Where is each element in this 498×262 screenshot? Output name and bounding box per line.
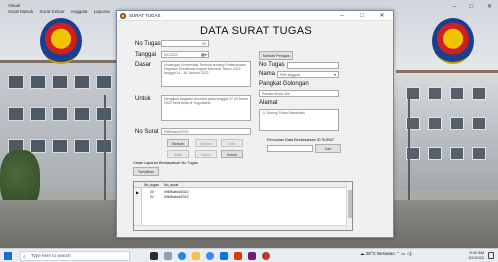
no-tugas-label: No Tugas — [135, 41, 161, 47]
close-button[interactable]: ✕ — [375, 11, 389, 21]
store-icon[interactable] — [220, 252, 228, 260]
system-tray: ☁ 28°C Berawan ⌃ ▭ ◁) — [360, 251, 412, 257]
table-row[interactable]: 21 098/Kabid/2022 — [134, 194, 352, 199]
table-header: No_tugas No_surat — [134, 182, 352, 188]
taskbar: ⌕ Type here to search ☁ 28°C Berawan ⌃ ▭… — [0, 248, 498, 262]
tampilkan-button[interactable]: Tampilkan — [133, 167, 159, 176]
weather-text[interactable]: 28°C Berawan — [366, 251, 395, 256]
window-title: SURAT TUGAS — [129, 13, 161, 18]
simpan-button[interactable]: Simpan — [195, 139, 217, 147]
vertical-scrollbar[interactable] — [346, 182, 352, 230]
lamp-post — [408, 95, 410, 200]
widgets-icon[interactable] — [164, 252, 172, 260]
tambah-petugas-button[interactable]: Tambah Petugas — [259, 51, 293, 60]
parent-minimize-button[interactable]: – — [453, 4, 456, 10]
chrome-icon[interactable] — [206, 252, 214, 260]
parent-menu: Surat Masuk Surat Keluar Anggota Laporan… — [8, 9, 129, 14]
menu-item-surat-masuk[interactable]: Surat Masuk — [8, 9, 33, 14]
menu-item-laporan[interactable]: Laporan — [94, 9, 111, 14]
menu-item-surat-keluar[interactable]: Surat Keluar — [40, 9, 65, 14]
search-surat-input[interactable] — [267, 145, 313, 152]
alamat-textarea[interactable]: Jl. Sorong Pulau Rambutan — [259, 109, 339, 131]
lamp-post — [104, 95, 106, 200]
chevron-up-icon[interactable]: ⌃ — [396, 251, 400, 256]
weather-icon[interactable]: ☁ — [360, 251, 365, 256]
search-placeholder: Type here to search — [31, 253, 71, 258]
task-view-icon[interactable] — [150, 252, 158, 260]
pencarian-label: Pencarian Data Berdasarkan ID SURAT — [267, 138, 335, 142]
office-icon[interactable] — [234, 252, 242, 260]
window-titlebar: SURAT TUGAS – □ ✕ — [117, 11, 393, 21]
edit-button[interactable]: Edit — [221, 139, 243, 147]
batal-button[interactable]: Batal — [167, 150, 189, 158]
no-surat-field[interactable]: 098/Kabid/2022 — [161, 128, 251, 135]
petugas-no-tugas-field[interactable] — [287, 62, 339, 69]
horizontal-scrollbar[interactable] — [134, 225, 346, 230]
institution-logo — [432, 18, 474, 64]
nama-select[interactable]: Pilih anggota — [277, 71, 339, 78]
maximize-button[interactable]: □ — [355, 11, 369, 21]
dasar-label: Dasar — [135, 62, 152, 68]
tanggal-label: Tanggal — [135, 52, 157, 58]
clock-date: 3/1/2022 — [468, 255, 484, 260]
parent-window-title: Visual — [8, 3, 21, 8]
search-icon: ⌕ — [23, 254, 26, 260]
column-header-no-tugas[interactable]: No_tugas — [144, 183, 159, 187]
cetak-laporan-label: Cetak Laporan Berdasarkan No Tugas — [133, 161, 198, 165]
pangkat-golongan-label: Pangkat Golongan — [259, 81, 309, 87]
parent-window-controls: – □ ✕ — [441, 3, 492, 10]
taskbar-clock[interactable]: 9:42 AM 3/1/2022 — [468, 250, 484, 260]
app-logo-icon — [120, 13, 126, 19]
untuk-textarea[interactable]: Mengikuti kegiatan tersebut pada tanggal… — [161, 95, 251, 121]
pangkat-golongan-field[interactable]: Penata Muda III/a — [259, 90, 339, 97]
network-icon[interactable]: ▭ — [401, 251, 405, 256]
app-logo-icon[interactable] — [262, 252, 270, 260]
hapus-button[interactable]: Hapus — [195, 150, 217, 158]
minimize-button[interactable]: – — [335, 11, 349, 21]
keluar-button[interactable]: Keluar — [221, 150, 243, 158]
notification-icon[interactable] — [488, 252, 494, 259]
dasar-textarea[interactable]: Undangan Universitas Terbuka tentang Pel… — [161, 61, 251, 87]
parent-close-button[interactable]: ✕ — [487, 4, 492, 10]
taskbar-search-box[interactable]: ⌕ Type here to search — [20, 251, 130, 261]
institution-logo — [40, 18, 82, 64]
visual-studio-icon[interactable] — [248, 252, 256, 260]
column-header-no-surat[interactable]: No_surat — [164, 183, 178, 187]
tambah-button[interactable]: Tambah — [167, 139, 189, 147]
windows-start-button[interactable] — [4, 252, 12, 260]
cell-no-tugas[interactable]: 20 — [150, 190, 154, 194]
cell-no-tugas[interactable]: 21 — [150, 195, 154, 199]
building-right — [396, 70, 498, 190]
chevron-down-icon[interactable]: ▾ — [334, 72, 336, 77]
no-tugas-field[interactable]: 20 — [161, 40, 209, 47]
volume-icon[interactable]: ◁) — [407, 251, 412, 256]
surat-tugas-window: SURAT TUGAS – □ ✕ DATA SURAT TUGAS No Tu… — [116, 10, 394, 238]
calendar-dropdown-icon[interactable]: ▦▾ — [201, 52, 207, 57]
alamat-label: Alamat — [259, 100, 278, 106]
cari-button[interactable]: Cari — [315, 144, 341, 153]
cell-no-surat[interactable]: 098/Kabid/2022 — [164, 190, 189, 194]
untuk-label: Untuk — [135, 96, 151, 102]
scrollbar-thumb[interactable] — [348, 190, 352, 218]
file-explorer-icon[interactable] — [192, 252, 200, 260]
no-surat-label: No Surat — [135, 129, 159, 135]
edge-browser-icon[interactable] — [178, 252, 186, 260]
nama-label: Nama — [259, 71, 276, 77]
menu-item-anggota[interactable]: Anggota — [71, 9, 88, 14]
parent-maximize-button[interactable]: □ — [470, 4, 474, 10]
page-title: DATA SURAT TUGAS — [200, 25, 312, 37]
surat-tugas-table[interactable]: No_tugas No_surat ▶ 20 098/Kabid/2022 21… — [133, 181, 353, 231]
petugas-no-tugas-label: No Tugas — [259, 62, 285, 68]
cell-no-surat[interactable]: 098/Kabid/2022 — [164, 195, 189, 199]
